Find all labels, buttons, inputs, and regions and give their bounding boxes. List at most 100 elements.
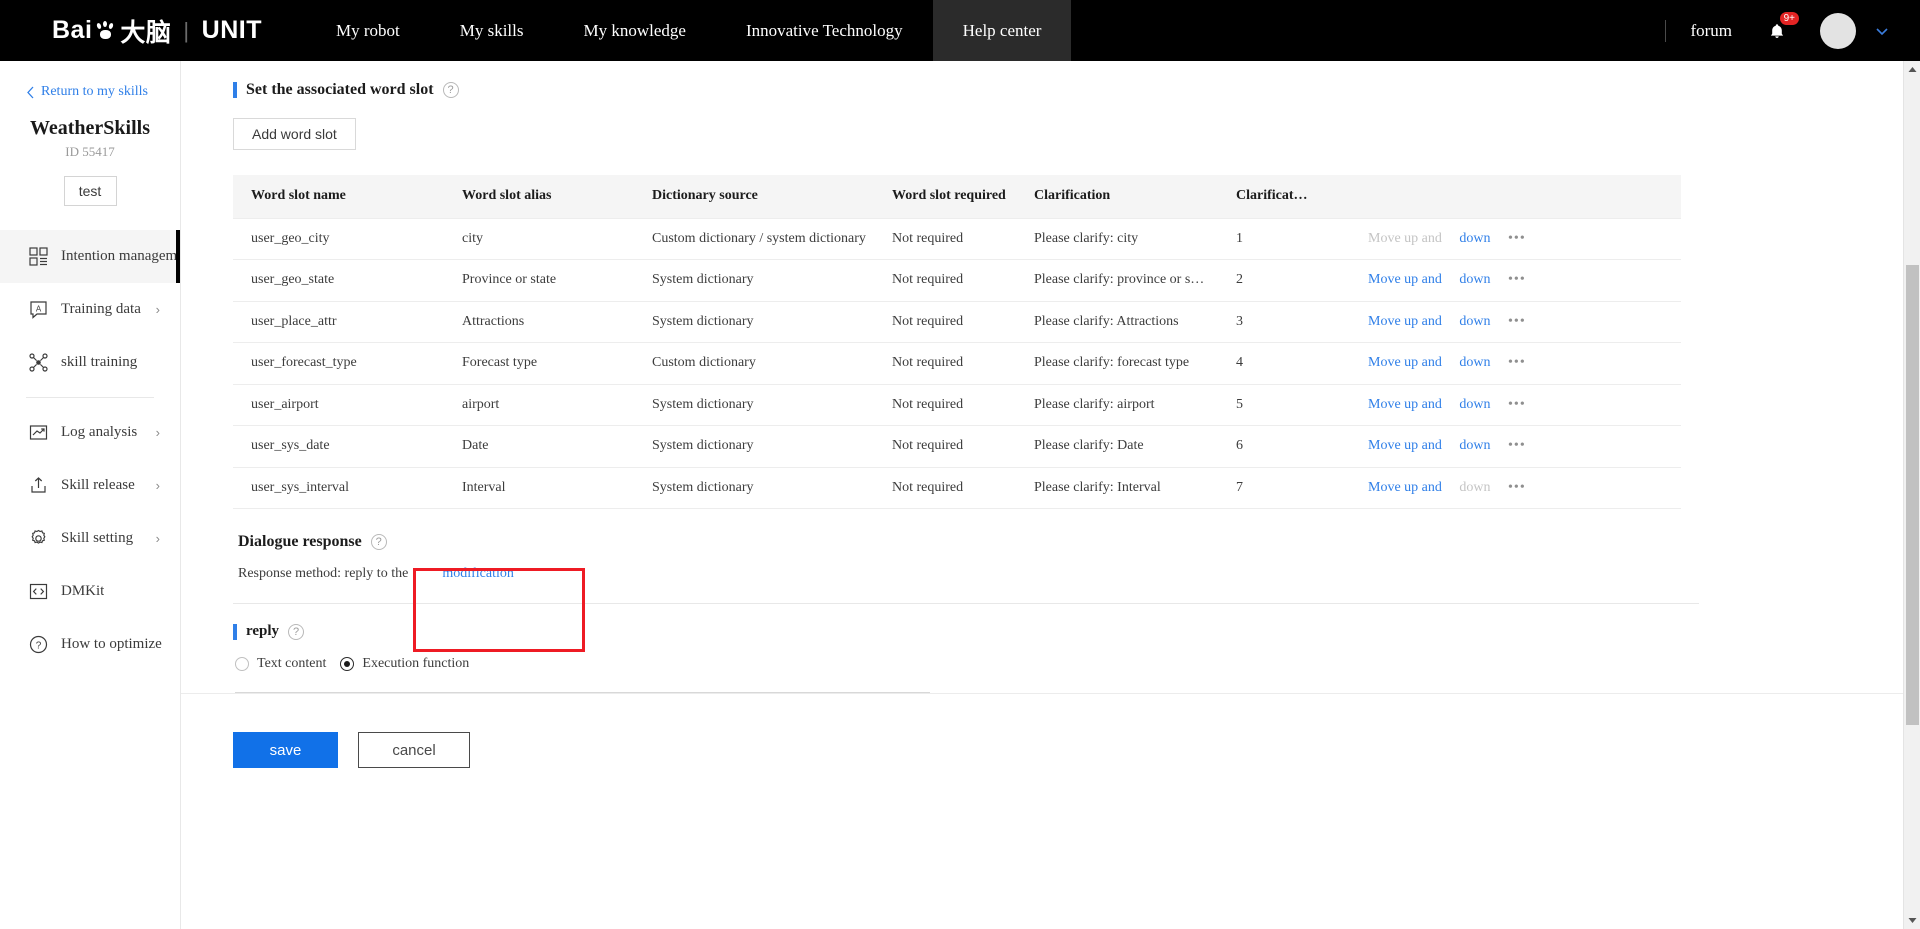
user-avatar[interactable]: [1820, 12, 1856, 49]
sidebar-item-training-data[interactable]: A Training data ›: [0, 283, 180, 336]
table-row: user_geo_state Province or state System …: [233, 259, 1681, 302]
save-button[interactable]: save: [233, 732, 338, 768]
column-header-actions: [1368, 175, 1681, 218]
move-down-link[interactable]: down: [1459, 438, 1490, 453]
nav-item-innovative-technology[interactable]: Innovative Technology: [716, 0, 933, 61]
brand-logo[interactable]: Bai 大脑 | UNIT: [0, 0, 272, 61]
cell-word-slot-required: Not required: [874, 384, 1016, 426]
chevron-right-icon: ›: [155, 302, 160, 317]
add-word-slot-button[interactable]: Add word slot: [233, 118, 356, 150]
more-actions-icon[interactable]: •••: [1508, 272, 1526, 287]
table-row: user_sys_date Date System dictionary Not…: [233, 425, 1681, 468]
column-header-clarification-order: Clarificat…: [1218, 175, 1368, 218]
table-body: user_geo_city city Custom dictionary / s…: [233, 217, 1681, 509]
move-down-link: down: [1459, 479, 1491, 495]
more-actions-icon[interactable]: •••: [1508, 231, 1526, 246]
more-actions-icon[interactable]: •••: [1508, 480, 1526, 495]
cell-word-slot-alias: Forecast type: [444, 342, 634, 385]
help-icon[interactable]: ?: [370, 534, 387, 550]
cell-clarification: Please clarify: city: [1016, 217, 1218, 260]
grid-icon: [27, 246, 49, 268]
move-down-link[interactable]: down: [1459, 314, 1490, 329]
cell-clarification: Please clarify: Attractions: [1016, 301, 1218, 343]
cell-actions: Move up and down •••: [1368, 425, 1681, 468]
sidebar-item-how-to-optimize[interactable]: ? How to optimize: [0, 618, 180, 671]
radio-button-unchecked[interactable]: [235, 657, 249, 671]
table-header: Word slot name Word slot alias Dictionar…: [233, 175, 1681, 218]
cell-word-slot-name: user_sys_date: [233, 425, 444, 468]
chevron-right-icon: ›: [155, 478, 160, 493]
more-actions-icon[interactable]: •••: [1508, 355, 1526, 370]
cell-clarification: Please clarify: Interval: [1016, 467, 1218, 509]
cell-actions: Move up and down •••: [1368, 342, 1681, 385]
cell-word-slot-alias: Attractions: [444, 301, 634, 343]
nav-right-cluster: forum 9+: [1665, 0, 1920, 61]
cell-word-slot-alias: Date: [444, 425, 634, 468]
sidebar-item-skill-training[interactable]: skill training: [0, 336, 180, 389]
notifications-button[interactable]: 9+: [1764, 11, 1799, 45]
cell-word-slot-name: user_airport: [233, 384, 444, 426]
move-down-link[interactable]: down: [1459, 272, 1490, 287]
notification-badge: 9+: [1779, 11, 1799, 25]
more-actions-icon[interactable]: •••: [1508, 438, 1526, 453]
nav-item-my-skills[interactable]: My skills: [430, 0, 554, 61]
forum-link[interactable]: forum: [1690, 21, 1732, 41]
cell-word-slot-alias: airport: [444, 384, 634, 426]
sidebar-item-skill-setting[interactable]: Skill setting ›: [0, 512, 180, 565]
return-to-my-skills-link[interactable]: Return to my skills: [0, 61, 180, 100]
bell-icon: [1770, 23, 1784, 38]
help-icon[interactable]: ?: [288, 623, 305, 640]
svg-text:A: A: [35, 305, 41, 314]
move-up-link[interactable]: Move up and: [1368, 314, 1442, 329]
top-navigation-bar: Bai 大脑 | UNIT My robot My skills My know…: [0, 0, 1920, 61]
move-down-link[interactable]: down: [1459, 355, 1490, 370]
move-up-link[interactable]: Move up and: [1368, 397, 1442, 412]
move-up-link[interactable]: Move up and: [1368, 355, 1442, 370]
section-title: Set the associated word slot: [246, 81, 434, 98]
cancel-button[interactable]: cancel: [358, 732, 470, 768]
sidebar-item-intention-management[interactable]: Intention management: [0, 230, 180, 283]
sidebar: Return to my skills WeatherSkills ID 554…: [0, 61, 181, 929]
move-up-link[interactable]: Move up and: [1368, 438, 1442, 453]
move-down-link[interactable]: down: [1459, 397, 1490, 412]
nav-item-my-robot[interactable]: My robot: [306, 0, 430, 61]
cell-clarification-order: 3: [1218, 301, 1368, 343]
annotation-icon: A: [27, 299, 49, 321]
scroll-down-arrow-icon[interactable]: [1904, 912, 1920, 929]
skill-id-label: ID 55417: [65, 144, 115, 159]
more-actions-icon[interactable]: •••: [1508, 397, 1526, 412]
sidebar-item-label: Skill release: [61, 477, 135, 493]
scrollbar-thumb[interactable]: [1906, 265, 1919, 725]
reply-type-radio-group: Text content Execution function: [235, 656, 1903, 672]
page-title: WeatherSkills: [29, 117, 150, 139]
nav-separator: [1665, 19, 1667, 42]
radio-button-checked[interactable]: [340, 657, 355, 671]
sidebar-item-skill-release[interactable]: Skill release ›: [0, 459, 180, 512]
upload-icon: [27, 475, 49, 497]
test-button[interactable]: test: [63, 176, 117, 206]
nav-item-help-center[interactable]: Help center: [932, 0, 1072, 61]
nav-item-my-knowledge[interactable]: My knowledge: [554, 0, 716, 61]
cell-clarification-order: 1: [1218, 217, 1368, 260]
radio-option-execution-function[interactable]: Execution function: [340, 656, 469, 672]
radio-option-text-content[interactable]: Text content: [235, 656, 326, 672]
chevron-down-icon[interactable]: [1874, 23, 1890, 39]
move-up-link[interactable]: Move up and: [1368, 480, 1442, 495]
more-actions-icon[interactable]: •••: [1508, 314, 1526, 329]
sidebar-item-label: Log analysis: [61, 424, 138, 440]
modification-link[interactable]: modification: [442, 566, 514, 582]
cell-actions: Move up and down •••: [1368, 259, 1681, 302]
scroll-up-arrow-icon[interactable]: [1904, 61, 1920, 78]
sidebar-item-log-analysis[interactable]: Log analysis ›: [0, 406, 180, 459]
paw-icon: [96, 20, 116, 41]
move-up-link[interactable]: Move up and: [1368, 272, 1442, 287]
column-header-word-slot-required: Word slot required: [874, 175, 1016, 218]
cell-word-slot-name: user_geo_city: [233, 217, 444, 260]
move-down-link[interactable]: down: [1459, 231, 1490, 246]
radio-label: Execution function: [362, 656, 470, 671]
logo-unit-text: UNIT: [201, 16, 262, 44]
sidebar-item-dmkit[interactable]: DMKit: [0, 565, 180, 618]
page-scrollbar[interactable]: [1903, 61, 1920, 929]
help-icon[interactable]: ?: [442, 82, 459, 98]
cell-clarification-order: 2: [1218, 259, 1368, 302]
